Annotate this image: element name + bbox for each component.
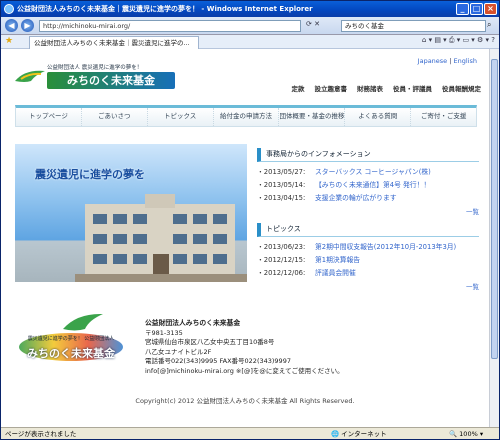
list-item: ・2012/12/15: 第1期決算報告 <box>257 254 479 267</box>
address-line-1: 宮城県仙台市泉区八乙女中央五丁目10番8号 <box>145 338 275 346</box>
topics-heading: トピックス <box>257 223 479 237</box>
title-bar: 公益財団法人みちのく未来基金｜震災遺児に進学の夢を！ - Windows Int… <box>1 1 499 17</box>
address-line-2: 八乙女ユナイトビル2F <box>145 347 212 356</box>
footer-logo-title: みちのく未来基金 <box>27 347 115 360</box>
toplink-articles[interactable]: 定款 <box>292 83 305 93</box>
security-zone: 🌐 インターネット <box>331 430 387 438</box>
address-bar: ◀ ▶ http://michinoku-mirai.org/ ⟳ ✕ みちのく… <box>1 17 499 35</box>
toplink-officers[interactable]: 役員・評議員 <box>393 83 432 93</box>
bird-logo-icon <box>15 70 45 82</box>
nav-faq[interactable]: よくある質問 <box>345 108 412 126</box>
list-item: ・2013/05/14: 【みちのく未来通信】第4号 発行！！ <box>257 179 479 192</box>
ie-logo-icon <box>4 4 14 14</box>
hero-caption: 震災遺児に進学の夢を <box>35 168 145 181</box>
search-icon[interactable]: ⌕ <box>487 20 491 30</box>
list-item: ・2012/12/06: 評議員会開催 <box>257 267 479 280</box>
hero-image: 震災遺児に進学の夢を <box>15 144 247 282</box>
nav-application[interactable]: 給付金の申請方法 <box>214 108 280 126</box>
favorites-star-icon[interactable]: ★ <box>5 36 13 46</box>
address-input[interactable]: http://michinoku-mirai.org/ <box>39 20 301 32</box>
zip-code: 〒981-3135 <box>145 328 183 337</box>
footer-bird-icon <box>63 313 103 331</box>
topic-link[interactable]: 評議員会開催 <box>315 267 356 280</box>
nav-donate[interactable]: ご寄付・ご支援 <box>411 108 476 126</box>
zoom-level[interactable]: 🔍 100% ▾ <box>449 428 483 439</box>
email[interactable]: info[@]michinoku-mirai.org ※[@]を@に変えてご使用… <box>145 367 344 377</box>
vertical-scrollbar[interactable] <box>489 49 499 427</box>
back-button[interactable]: ◀ <box>5 19 18 32</box>
nav-greeting[interactable]: ごあいさつ <box>82 108 148 126</box>
close-button[interactable]: × <box>484 3 497 15</box>
site-logo[interactable]: 公益財団法人 震災遺児に進学の夢を！ みちのく未来基金 <box>15 57 185 95</box>
maximize-button[interactable]: □ <box>470 3 483 15</box>
top-links: 定款 設立趣意書 財務諸表 役員・評議員 役員報酬規定 <box>292 83 482 93</box>
topic-link[interactable]: 第1期決算報告 <box>315 254 360 267</box>
school-building-illustration <box>75 194 247 282</box>
page-viewport: 公益財団法人 震災遺児に進学の夢を！ みちのく未来基金 Japanese | E… <box>1 49 489 427</box>
topics-panel: トピックス ・2013/06/23: 第2期中間収支報告(2012年10月-201… <box>257 223 479 291</box>
list-item: ・2013/04/15: 支援企業の輪が広がります <box>257 192 479 205</box>
footer-logo-subtitle: 震災遺児に進学の夢を！ 公益財団法人 <box>27 336 115 342</box>
info-heading: 事務局からのインフォメーション <box>257 148 479 162</box>
tab-current[interactable]: 公益財団法人みちのく未来基金｜震災遺児に進学の... <box>29 36 199 49</box>
list-item: ・2013/06/23: 第2期中間収支報告(2012年10月-2013年3月) <box>257 241 479 254</box>
info-link[interactable]: スターバックス コーヒージャパン(株) <box>315 166 431 179</box>
nav-overview[interactable]: 団体概要・基金の推移 <box>279 108 346 126</box>
org-name: 公益財団法人みちのく未来基金 <box>145 319 241 327</box>
copyright: Copyright(c) 2012 公益財団法人みちのく未来基金 All Rig… <box>135 397 355 405</box>
lang-english-link[interactable]: English <box>454 57 477 65</box>
language-switch: Japanese | English <box>417 57 477 65</box>
toplink-prospectus[interactable]: 設立趣意書 <box>315 83 348 93</box>
command-bar: ★ 公益財団法人みちのく未来基金｜震災遺児に進学の... ⌂ ▾ ▤ ▾ ⎙ ▾… <box>1 35 499 49</box>
command-tools[interactable]: ⌂ ▾ ▤ ▾ ⎙ ▾ ▭ ▾ ⚙ ▾ ? <box>422 36 495 45</box>
info-link[interactable]: 支援企業の輪が広がります <box>315 192 397 205</box>
topics-more-link[interactable]: 一覧 <box>257 281 479 291</box>
forward-button[interactable]: ▶ <box>21 19 34 32</box>
info-panel: 事務局からのインフォメーション ・2013/05/27: スターバックス コーヒー… <box>257 148 479 216</box>
topic-link[interactable]: 第2期中間収支報告(2012年10月-2013年3月) <box>315 241 456 254</box>
toplink-financials[interactable]: 財務諸表 <box>357 83 383 93</box>
info-more-link[interactable]: 一覧 <box>257 206 479 216</box>
browser-window: 公益財団法人みちのく未来基金｜震災遺児に進学の夢を！ - Windows Int… <box>0 0 500 440</box>
status-text: ページが表示されました <box>5 430 77 438</box>
window-title: 公益財団法人みちのく未来基金｜震災遺児に進学の夢を！ - Windows Int… <box>17 5 313 13</box>
nav-top[interactable]: トップページ <box>16 108 82 126</box>
nav-topics[interactable]: トピックス <box>148 108 214 126</box>
global-nav: トップページ ごあいさつ トピックス 給付金の申請方法 団体概要・基金の推移 よ… <box>15 105 477 127</box>
footer-logo: 震災遺児に進学の夢を！ 公益財団法人 みちのく未来基金 <box>19 311 125 371</box>
info-link[interactable]: 【みちのく未来通信】第4号 発行！！ <box>315 179 430 192</box>
toplink-compensation[interactable]: 役員報酬規定 <box>442 83 481 93</box>
contact-info: 公益財団法人みちのく未来基金 〒981-3135 宮城県仙台市泉区八乙女中央五丁… <box>145 319 344 376</box>
logo-title: みちのく未来基金 <box>47 72 175 89</box>
phone-fax: 電話番号022(343)9995 FAX番号022(343)9997 <box>145 357 291 365</box>
minimize-button[interactable]: _ <box>456 3 469 15</box>
search-input[interactable]: みちのく基金 <box>341 20 486 32</box>
logo-subtitle: 公益財団法人 震災遺児に進学の夢を！ <box>47 65 143 71</box>
lang-japanese-link[interactable]: Japanese <box>418 57 448 65</box>
refresh-stop-icons[interactable]: ⟳ ✕ <box>306 20 320 28</box>
list-item: ・2013/05/27: スターバックス コーヒージャパン(株) <box>257 166 479 179</box>
status-bar: ページが表示されました 🌐 インターネット 🔍 100% ▾ <box>1 427 499 439</box>
